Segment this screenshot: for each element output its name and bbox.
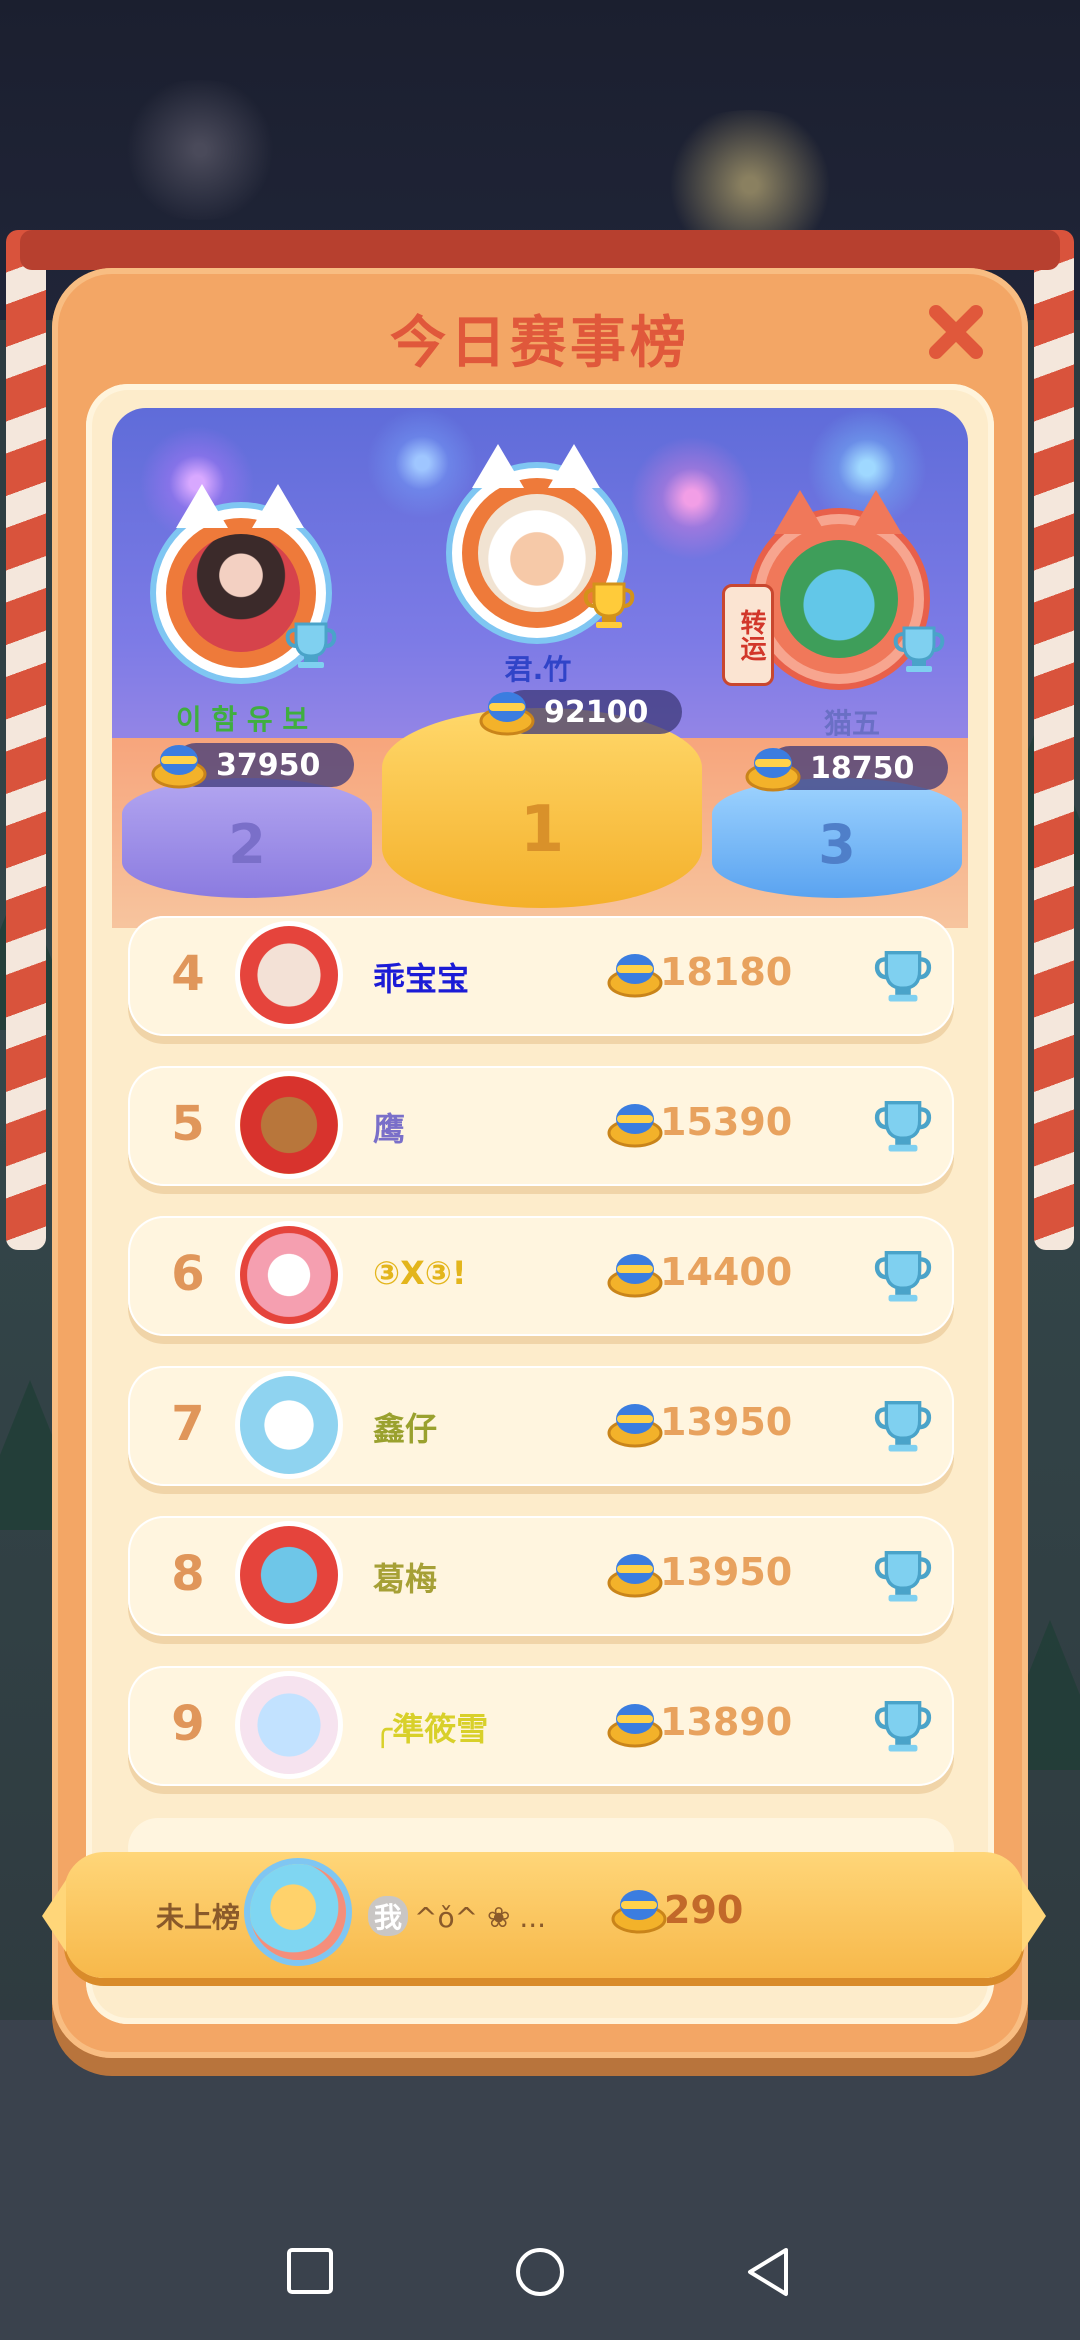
firework-left: [100, 80, 300, 220]
coin-icon: [611, 1890, 667, 1934]
row-avatar[interactable]: [240, 1676, 338, 1774]
avatar-photo: [182, 534, 300, 652]
table-row[interactable]: 9 ╭準筱雪 13890: [128, 1666, 954, 1786]
coin-icon: [607, 1554, 663, 1598]
my-avatar[interactable]: [250, 1864, 346, 1960]
trophy-icon[interactable]: [873, 1096, 933, 1156]
podium-score-3-value: 18750: [810, 750, 915, 786]
podium-score-1-value: 92100: [544, 694, 649, 730]
avatar-sheep: [478, 494, 596, 612]
pedestal-1-number: 1: [519, 793, 565, 867]
frame-ear-right: [548, 444, 600, 488]
row-avatar[interactable]: [240, 926, 338, 1024]
trophy-icon[interactable]: [873, 1396, 933, 1456]
trophy-icon[interactable]: [873, 1546, 933, 1606]
coin-icon: [607, 954, 663, 998]
circle-nav-icon: [516, 2248, 564, 2296]
close-button[interactable]: [924, 300, 988, 364]
coin-icon: [607, 1104, 663, 1148]
row-rank: 9: [171, 1696, 205, 1752]
trophy-icon[interactable]: [873, 946, 933, 1006]
square-nav-icon: [287, 2248, 333, 2294]
close-icon: [929, 305, 983, 359]
row-rank: 6: [171, 1246, 205, 1302]
trophy-icon: [893, 626, 945, 672]
gate-post-left: [6, 230, 46, 1250]
row-rank: 5: [171, 1096, 205, 1152]
avatar-creature: [780, 540, 898, 658]
trophy-icon[interactable]: [873, 1696, 933, 1756]
row-score: 13950: [660, 1550, 793, 1594]
podium-score-1: 92100: [479, 690, 682, 736]
coin-icon: [745, 748, 801, 792]
frame-ear-left: [176, 484, 228, 528]
page-title: 今日赛事榜: [390, 311, 690, 376]
row-rank: 7: [171, 1396, 205, 1452]
pedestal-3-number: 3: [818, 813, 856, 876]
row-avatar[interactable]: [240, 1076, 338, 1174]
row-username: ③X③!: [373, 1254, 467, 1292]
my-score: 290: [664, 1888, 744, 1932]
podium-firework-2: [352, 408, 492, 518]
row-avatar[interactable]: [240, 1376, 338, 1474]
row-username: 乖宝宝: [373, 960, 470, 998]
lucky-charm-badge: 转运: [722, 584, 774, 686]
row-username: 鹰: [373, 1110, 406, 1148]
my-rank-bar[interactable]: 未上榜 我 ^ǒ^ ❀ ... 290: [42, 1852, 1046, 1978]
coin-icon: [151, 745, 207, 789]
table-row[interactable]: 8 葛梅 13950: [128, 1516, 954, 1636]
podium-name-2: 이 함 유 보: [175, 703, 309, 736]
row-score: 14400: [660, 1250, 793, 1294]
row-username: 鑫仔: [373, 1410, 438, 1448]
frame-ear-left: [774, 490, 826, 534]
frame-ear-right: [850, 490, 902, 534]
frame-ear-right: [252, 484, 304, 528]
coin-icon: [607, 1704, 663, 1748]
row-avatar[interactable]: [240, 1226, 338, 1324]
home-button[interactable]: [514, 2246, 566, 2302]
row-score: 13890: [660, 1700, 793, 1744]
triangle-back-icon: [748, 2248, 788, 2296]
my-name: 我 ^ǒ^ ❀ ...: [368, 1896, 546, 1936]
row-score: 18180: [660, 950, 793, 994]
row-score: 15390: [660, 1100, 793, 1144]
row-avatar[interactable]: [240, 1526, 338, 1624]
trophy-icon: [285, 622, 337, 668]
row-score: 13950: [660, 1400, 793, 1444]
coin-icon: [479, 692, 535, 736]
podium-score-2: 37950: [151, 743, 354, 789]
trophy-icon[interactable]: [873, 1246, 933, 1306]
row-username: ╭準筱雪: [373, 1710, 489, 1748]
my-name-text: ^ǒ^ ❀ ...: [414, 1901, 547, 1934]
podium-score-3: 18750: [745, 746, 948, 792]
pedestal-2-number: 2: [228, 813, 266, 876]
gold-trophy-icon: [583, 582, 635, 628]
gate-beam: [20, 230, 1060, 270]
row-rank: 8: [171, 1546, 205, 1602]
podium-firework-3: [622, 428, 762, 568]
recent-apps-button[interactable]: [285, 2246, 335, 2300]
leaderboard-panel: 今日赛事榜 2 1 3 이 함 유 보 37950 君.竹 92100 转运 猫…: [52, 268, 1028, 2058]
gate-post-right: [1034, 230, 1074, 1250]
table-row[interactable]: 7 鑫仔 13950: [128, 1366, 954, 1486]
frame-ear-left: [472, 444, 524, 488]
row-username: 葛梅: [373, 1560, 438, 1598]
table-row[interactable]: 4 乖宝宝 18180: [128, 916, 954, 1036]
podium-name-1: 君.竹: [504, 653, 572, 686]
coin-icon: [607, 1254, 663, 1298]
podium-score-2-value: 37950: [216, 747, 321, 783]
back-button[interactable]: [744, 2246, 794, 2302]
table-row[interactable]: 5 鹰 15390: [128, 1066, 954, 1186]
table-row[interactable]: 6 ③X③! 14400: [128, 1216, 954, 1336]
coin-icon: [607, 1404, 663, 1448]
me-tag: 我: [368, 1896, 409, 1936]
podium-name-3: 猫五: [823, 707, 880, 740]
my-rank-status: 未上榜: [156, 1901, 241, 1934]
podium: 2 1 3 이 함 유 보 37950 君.竹 92100 转运 猫五 1875…: [112, 408, 968, 928]
row-rank: 4: [171, 946, 205, 1002]
